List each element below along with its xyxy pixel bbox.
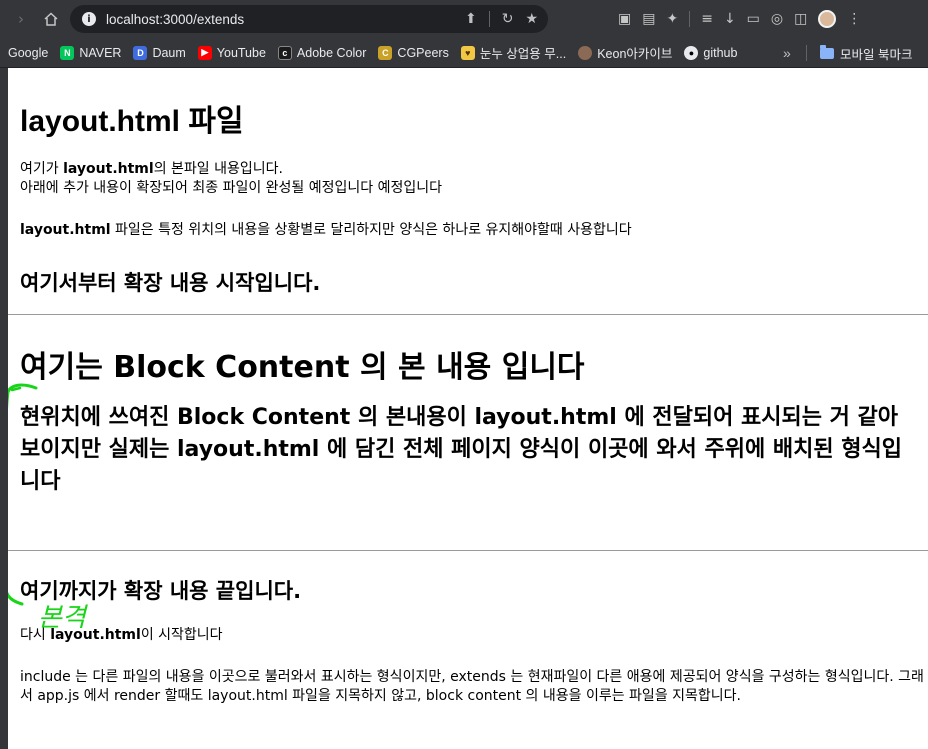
bookmarks-bar: Google N NAVER D Daum ▶ YouTube c Adobe … [0,38,928,68]
refresh-icon[interactable]: ↻ [502,11,514,27]
bookmark-google[interactable]: Google [8,46,48,60]
download-icon[interactable]: ↓ [724,11,736,27]
site-info-icon[interactable]: i [82,12,96,26]
keon-archive-icon [578,45,593,60]
profile-avatar[interactable] [818,10,837,28]
browser-toolbar: › i localhost:3000/extends ⬆ ↻ ★ ▣ ▤ ✦ ≡… [0,0,928,38]
forward-icon[interactable]: › [8,6,34,32]
reading-list-icon[interactable]: ≡ [701,11,713,27]
bookmark-label: Adobe Color [296,45,367,60]
bookmark-label: Google [8,45,49,60]
window-edge [0,68,8,749]
adobe-color-icon: c [277,45,292,60]
screenshot-icon[interactable]: ◎ [771,11,783,27]
share-icon[interactable]: ⬆ [465,11,477,27]
block-content-body: 현위치에 쓰여진 Block Content 의 본내용이 layout.htm… [20,405,902,494]
noonnu-icon: ♥ [460,45,475,60]
usage-paragraph: layout.html 파일은 특정 위치의 내용을 상황별로 달리하지만 양식… [20,222,632,238]
divider-top [8,314,928,315]
bookmark-noonnu[interactable]: ♥ 눈누 상업용 무... [460,43,567,62]
page-viewport: layout.html 파일 여기가 layout.html의 본파일 내용입니… [0,68,928,749]
home-icon[interactable] [38,6,64,32]
bookmarks-overflow-button[interactable]: » [783,38,791,68]
bookmark-label: CGPeers [397,45,449,60]
daum-icon: D [133,45,148,60]
folder-icon [820,44,834,59]
extension-icon-1[interactable]: ▣ [618,11,631,27]
intro-line-1: 여기가 layout.html의 본파일 내용입니다. [20,161,283,177]
extensions-puzzle-icon[interactable]: ✦ [666,11,678,27]
resume-paragraph: 다시 layout.html이 시작합니다 [20,627,223,643]
bookmark-naver[interactable]: N NAVER [60,45,122,60]
block-content-title: 여기는 Block Content 의 본 내용 입니다 [20,350,585,385]
explain-paragraph: include 는 다른 파일의 내용을 이곳으로 불러와서 표시하는 형식이지… [20,669,924,704]
side-panel-icon[interactable]: ◫ [794,11,807,27]
extend-end-heading: 여기까지가 확장 내용 끝입니다. [20,579,302,603]
folder-label: 모바일 북마크 [840,47,913,62]
bookmark-label: Keon아카이브 [597,47,673,61]
bookmark-label: NAVER [79,45,122,60]
divider-bottom [8,550,928,551]
bookmark-github[interactable]: ● github [684,45,738,60]
bookmark-label: 눈누 상업용 무... [479,47,567,61]
bookmark-label: Daum [152,45,186,60]
bookmark-cgpeers[interactable]: C CGPeers [378,45,449,60]
mobile-bookmarks-folder[interactable]: 모바일 북마크 [820,38,912,68]
bookmark-label: github [703,45,738,60]
intro-line-2: 아래에 추가 내용이 확장되어 최종 파일이 완성될 예정입니다 예정입니다 [20,180,442,196]
address-bar[interactable]: i localhost:3000/extends ⬆ ↻ ★ [70,5,548,33]
bookmark-adobe-color[interactable]: c Adobe Color [277,45,367,60]
url-text[interactable]: localhost:3000/extends [106,12,244,27]
cgpeers-icon: C [378,45,393,60]
extend-start-heading: 여기서부터 확장 내용 시작입니다. [20,271,321,295]
bookmark-star-icon[interactable]: ★ [525,11,538,27]
page-title: layout.html 파일 [20,105,244,138]
bookmark-label: YouTube [216,45,266,60]
naver-icon: N [60,45,75,60]
github-icon: ● [684,45,699,60]
youtube-icon: ▶ [197,45,212,60]
bookmark-daum[interactable]: D Daum [133,45,186,60]
tab-search-icon[interactable]: ▤ [642,11,655,27]
menu-icon[interactable]: ⋮ [847,11,861,27]
bookmark-youtube[interactable]: ▶ YouTube [197,45,266,60]
cast-icon[interactable]: ▭ [747,11,760,27]
bookmark-keon-archive[interactable]: Keon아카이브 [578,43,672,62]
